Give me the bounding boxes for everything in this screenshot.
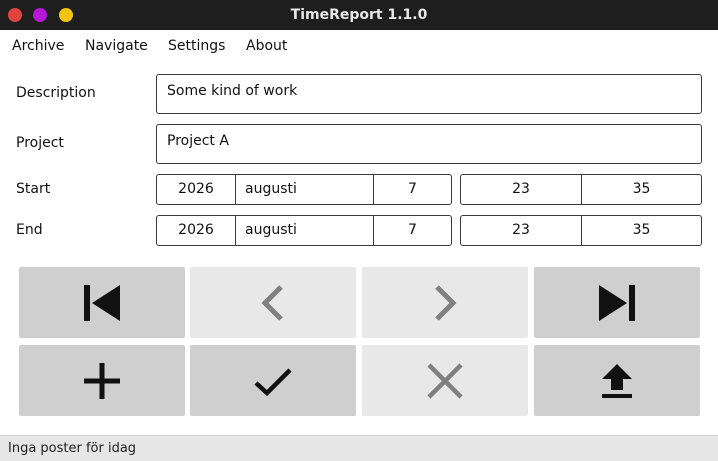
end-day-field[interactable]: 7 xyxy=(374,216,451,245)
project-label: Project xyxy=(16,135,64,151)
description-input[interactable]: Some kind of work xyxy=(156,74,702,114)
previous-record-button[interactable] xyxy=(190,267,356,338)
start-time-picker: 23 35 xyxy=(460,174,702,205)
project-input[interactable]: Project A xyxy=(156,124,702,164)
window-title: TimeReport 1.1.0 xyxy=(290,7,428,23)
start-minute-field[interactable]: 35 xyxy=(582,175,701,204)
start-day-field[interactable]: 7 xyxy=(374,175,451,204)
title-bar: TimeReport 1.1.0 xyxy=(0,0,718,30)
menu-bar: Archive Navigate Settings About xyxy=(0,30,718,62)
end-date-picker: 2026 augusti 7 xyxy=(156,215,452,246)
status-bar: Inga poster för idag xyxy=(0,435,718,461)
next-record-button[interactable] xyxy=(362,267,528,338)
chevron-right-icon xyxy=(435,284,457,321)
end-label: End xyxy=(16,222,43,238)
save-record-button[interactable] xyxy=(190,345,356,416)
last-record-button[interactable] xyxy=(534,267,700,338)
first-record-button[interactable] xyxy=(19,267,185,338)
chevron-left-icon xyxy=(261,284,283,321)
export-button[interactable] xyxy=(534,345,700,416)
description-label: Description xyxy=(16,85,96,101)
start-month-field[interactable]: augusti xyxy=(236,175,374,204)
menu-navigate[interactable]: Navigate xyxy=(85,38,148,54)
menu-settings[interactable]: Settings xyxy=(168,38,225,54)
upload-icon xyxy=(602,363,632,398)
start-label: Start xyxy=(16,181,51,197)
checkmark-icon xyxy=(254,367,292,396)
end-time-picker: 23 35 xyxy=(460,215,702,246)
status-text: Inga poster för idag xyxy=(8,441,137,456)
cancel-record-button[interactable] xyxy=(362,345,528,416)
start-year-field[interactable]: 2026 xyxy=(157,175,236,204)
end-year-field[interactable]: 2026 xyxy=(157,216,236,245)
end-hour-field[interactable]: 23 xyxy=(461,216,582,245)
end-month-field[interactable]: augusti xyxy=(236,216,374,245)
menu-about[interactable]: About xyxy=(246,38,287,54)
add-record-button[interactable] xyxy=(19,345,185,416)
close-icon xyxy=(427,362,463,399)
plus-icon xyxy=(84,362,120,399)
skip-last-icon xyxy=(599,284,635,321)
skip-first-icon xyxy=(84,284,120,321)
start-hour-field[interactable]: 23 xyxy=(461,175,582,204)
menu-archive[interactable]: Archive xyxy=(12,38,64,54)
start-date-picker: 2026 augusti 7 xyxy=(156,174,452,205)
end-minute-field[interactable]: 35 xyxy=(582,216,701,245)
